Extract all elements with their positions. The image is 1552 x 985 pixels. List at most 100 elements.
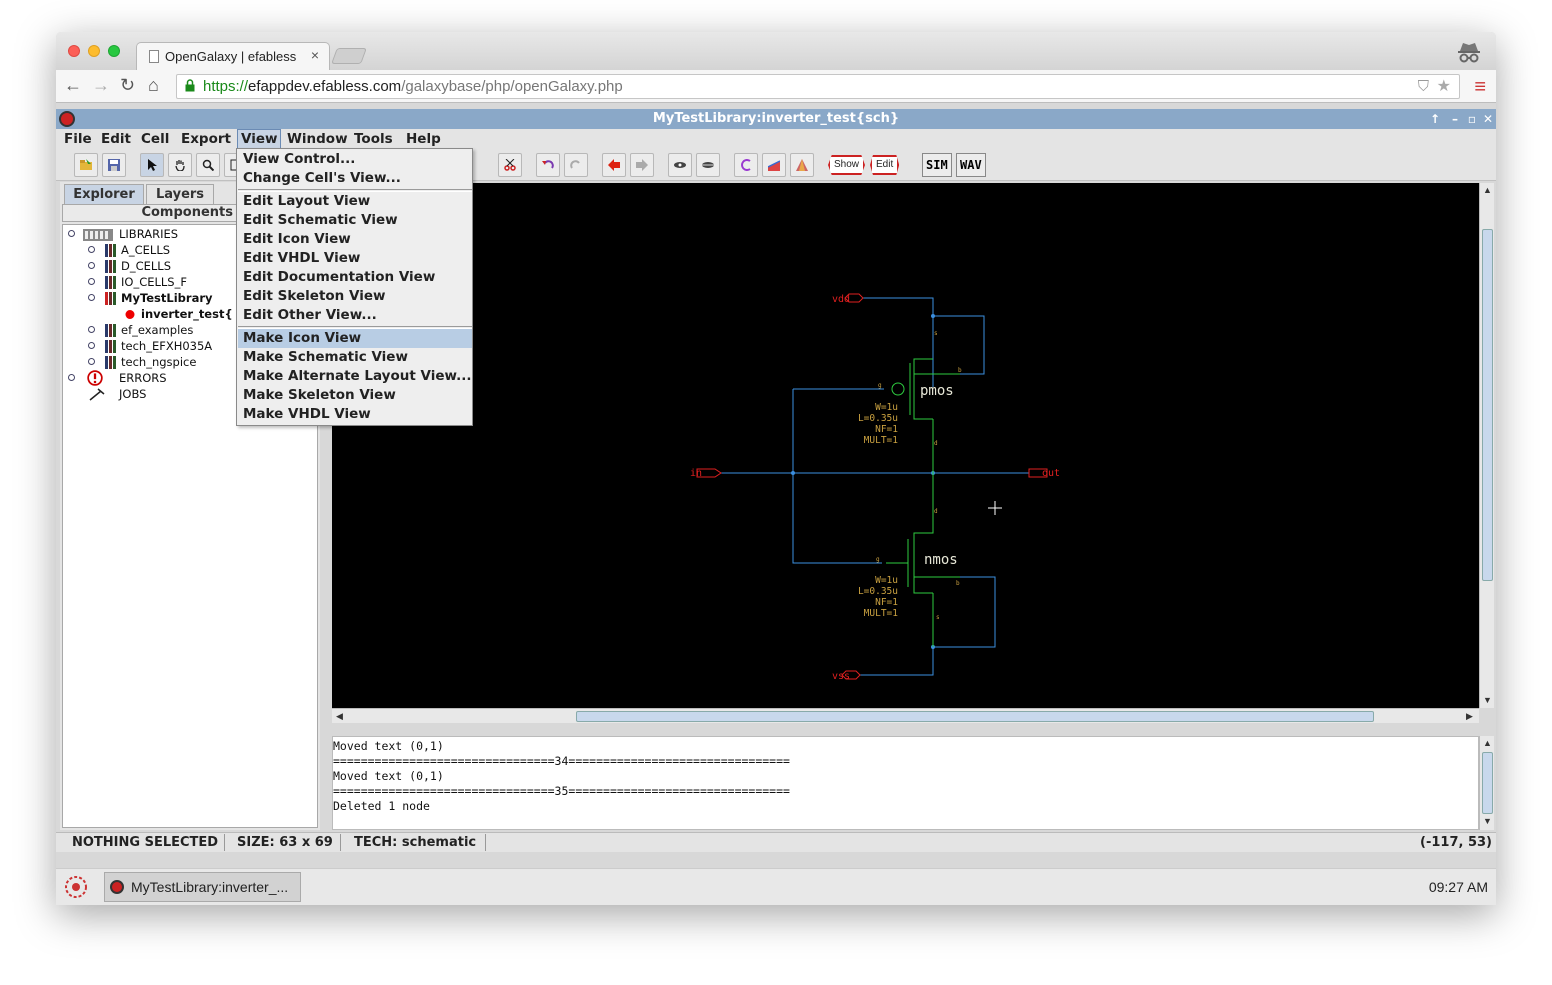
- scroll-down-icon[interactable]: ▼: [1483, 816, 1492, 826]
- hide-button[interactable]: [696, 153, 720, 177]
- menu-window[interactable]: Window: [287, 131, 348, 147]
- window-close-icon[interactable]: ✕: [1483, 109, 1493, 129]
- pan-tool-button[interactable]: [168, 153, 192, 177]
- message-line: ================================34======…: [333, 754, 790, 768]
- menu-file[interactable]: File: [64, 131, 92, 147]
- label-vdd: vdd: [832, 294, 850, 305]
- clock: 09:27 AM: [1428, 879, 1488, 895]
- address-bar[interactable]: https://efappdev.efabless.com/galaxybase…: [176, 74, 1460, 99]
- message-scroll-thumb[interactable]: [1482, 752, 1493, 814]
- menu-item-make-skeleton-view[interactable]: Make Skeleton View: [238, 386, 472, 405]
- menu-item-make-schematic-view[interactable]: Make Schematic View: [238, 348, 472, 367]
- schematic-canvas[interactable]: vddvssin outpmosnmosW=1uL=0.35uNF=1MULT=1…: [332, 183, 1479, 708]
- tree-toggle-libraries[interactable]: [68, 230, 75, 237]
- scroll-left-icon[interactable]: ◀: [336, 711, 343, 722]
- tree-toggle-errors[interactable]: [68, 374, 75, 381]
- new-tab-button[interactable]: [331, 48, 367, 64]
- menu-item-edit-documentation-view[interactable]: Edit Documentation View: [238, 268, 472, 287]
- browser-tab[interactable]: OpenGalaxy | efabless ×: [136, 42, 330, 70]
- magnifier-icon: [202, 159, 214, 171]
- menu-help[interactable]: Help: [406, 131, 441, 147]
- size-status: SIZE: 63 x 69: [237, 835, 333, 850]
- tab-layers[interactable]: Layers: [146, 184, 214, 204]
- save-button[interactable]: [102, 153, 126, 177]
- canvas-horizontal-scrollbar[interactable]: ◀ ▶: [332, 708, 1479, 723]
- menu-item-change-cells-view[interactable]: Change Cell's View...: [238, 169, 472, 188]
- redo-button[interactable]: [564, 153, 588, 177]
- go-forward-button[interactable]: [630, 153, 654, 177]
- undo-button[interactable]: [536, 153, 560, 177]
- browser-menu-icon[interactable]: ≡: [1474, 76, 1486, 99]
- menu-item-view-control[interactable]: View Control...: [238, 150, 472, 169]
- tab-close-icon[interactable]: ×: [311, 47, 319, 63]
- scroll-up-icon[interactable]: ▲: [1483, 185, 1492, 195]
- closed-eye-icon: [702, 162, 714, 168]
- tree-toggle-ef-examples[interactable]: [88, 326, 95, 333]
- view-eye-button[interactable]: [668, 153, 692, 177]
- window-restore-icon[interactable]: ▫: [1468, 109, 1476, 129]
- select-tool-button[interactable]: [140, 153, 164, 177]
- shield-icon[interactable]: ⛉: [1418, 75, 1429, 98]
- tree-toggle-tech-efxh035a[interactable]: [88, 342, 95, 349]
- taskbar-app-button[interactable]: MyTestLibrary:inverter_...: [104, 872, 301, 902]
- menu-item-make-alternate-layout-view[interactable]: Make Alternate Layout View...: [238, 367, 472, 386]
- tab-explorer[interactable]: Explorer: [64, 184, 144, 204]
- canvas-vertical-scrollbar[interactable]: ▲ ▼: [1479, 183, 1494, 708]
- wav-button[interactable]: WAV: [956, 153, 986, 177]
- tree-toggle-io-cells[interactable]: [88, 278, 95, 285]
- zoom-window-button[interactable]: [108, 45, 120, 57]
- edit-button[interactable]: Edit: [870, 155, 900, 175]
- nmos-parameter: W=1u: [875, 575, 898, 586]
- vertical-scroll-thumb[interactable]: [1482, 229, 1493, 581]
- scroll-up-icon[interactable]: ▲: [1483, 738, 1492, 748]
- window-up-icon[interactable]: ↑: [1430, 109, 1440, 129]
- home-icon[interactable]: ⌂: [148, 75, 159, 96]
- menu-item-make-icon-view[interactable]: Make Icon View: [238, 329, 472, 348]
- menu-item-edit-vhdl-view[interactable]: Edit VHDL View: [238, 249, 472, 268]
- tech-status: TECH: schematic: [354, 835, 477, 850]
- tree-toggle-d-cells[interactable]: [88, 262, 95, 269]
- show-button[interactable]: Show: [828, 155, 866, 175]
- terminal-letter: g: [878, 382, 882, 389]
- bookmark-star-icon[interactable]: ★: [1437, 75, 1451, 98]
- forward-icon[interactable]: →: [92, 75, 110, 96]
- arrow-cursor-icon: [148, 159, 157, 171]
- app-title-bar: MyTestLibrary:inverter_test{sch} ↑ – ▫ ✕: [56, 109, 1496, 129]
- close-window-button[interactable]: [68, 45, 80, 57]
- sim-button[interactable]: SIM: [922, 153, 952, 177]
- start-menu-icon[interactable]: [64, 875, 88, 899]
- menu-item-edit-icon-view[interactable]: Edit Icon View: [238, 230, 472, 249]
- libraries-icon: [83, 229, 113, 241]
- menu-item-edit-layout-view[interactable]: Edit Layout View: [238, 192, 472, 211]
- layers-button[interactable]: [790, 153, 814, 177]
- scroll-right-icon[interactable]: ▶: [1466, 711, 1473, 722]
- junction: [931, 314, 935, 318]
- tree-toggle-mytestlibrary[interactable]: [88, 294, 95, 301]
- menu-item-edit-schematic-view[interactable]: Edit Schematic View: [238, 211, 472, 230]
- menu-item-edit-skeleton-view[interactable]: Edit Skeleton View: [238, 287, 472, 306]
- cut-nodes-button[interactable]: [498, 153, 522, 177]
- menu-item-edit-other-view[interactable]: Edit Other View...: [238, 306, 472, 325]
- go-back-button[interactable]: [602, 153, 626, 177]
- tree-toggle-tech-ngspice[interactable]: [88, 358, 95, 365]
- expand-button[interactable]: [734, 153, 758, 177]
- window-minimize-icon[interactable]: –: [1452, 109, 1458, 129]
- menu-view[interactable]: View: [237, 129, 282, 149]
- zoom-tool-button[interactable]: [196, 153, 220, 177]
- minimize-window-button[interactable]: [88, 45, 100, 57]
- scroll-down-icon[interactable]: ▼: [1483, 695, 1492, 705]
- open-library-button[interactable]: [74, 153, 98, 177]
- message-line: Moved text (0,1): [333, 769, 444, 783]
- menu-cell[interactable]: Cell: [141, 131, 169, 147]
- menu-item-make-vhdl-view[interactable]: Make VHDL View: [238, 405, 472, 424]
- message-scrollbar[interactable]: ▲ ▼: [1479, 736, 1494, 830]
- menu-export[interactable]: Export: [181, 131, 231, 147]
- horizontal-scroll-thumb[interactable]: [576, 711, 1374, 722]
- reload-icon[interactable]: ↻: [120, 75, 135, 96]
- menu-edit[interactable]: Edit: [101, 131, 131, 147]
- electric-app-icon: [110, 880, 124, 894]
- tree-toggle-a-cells[interactable]: [88, 246, 95, 253]
- menu-tools[interactable]: Tools: [354, 131, 393, 147]
- peek-button[interactable]: [762, 153, 786, 177]
- back-icon[interactable]: ←: [64, 75, 82, 96]
